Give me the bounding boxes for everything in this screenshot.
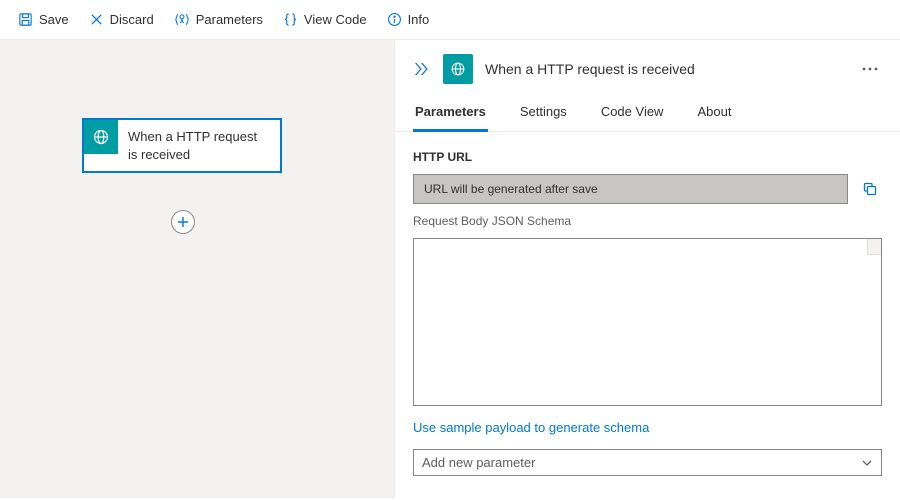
tab-settings[interactable]: Settings — [518, 94, 569, 132]
info-button[interactable]: Info — [379, 6, 438, 33]
parameters-button[interactable]: Parameters — [166, 6, 271, 33]
tab-parameters[interactable]: Parameters — [413, 94, 488, 132]
chevron-down-icon — [861, 457, 873, 469]
save-button[interactable]: Save — [10, 6, 77, 33]
http-url-field: URL will be generated after save — [413, 174, 848, 204]
discard-icon — [89, 12, 104, 27]
use-sample-payload-link[interactable]: Use sample payload to generate schema — [413, 416, 882, 439]
tab-code-view[interactable]: Code View — [599, 94, 666, 132]
save-icon — [18, 12, 33, 27]
schema-textarea-container — [413, 238, 882, 406]
scrollbar-stub — [867, 239, 881, 255]
more-options-button[interactable] — [858, 63, 882, 75]
panel-header: When a HTTP request is received — [395, 40, 900, 94]
details-panel: When a HTTP request is received Paramete… — [395, 40, 900, 498]
add-step-button[interactable] — [171, 210, 195, 234]
braces-icon — [283, 12, 298, 27]
info-icon — [387, 12, 402, 27]
http-url-label: HTTP URL — [413, 150, 882, 164]
http-request-icon — [84, 120, 118, 154]
view-code-label: View Code — [304, 12, 367, 27]
discard-label: Discard — [110, 12, 154, 27]
top-toolbar: Save Discard Parameters View Code Info — [0, 0, 900, 40]
http-url-row: URL will be generated after save — [413, 174, 882, 204]
discard-button[interactable]: Discard — [81, 6, 162, 33]
panel-body: HTTP URL URL will be generated after sav… — [395, 132, 900, 498]
save-label: Save — [39, 12, 69, 27]
copy-url-button[interactable] — [858, 177, 882, 201]
trigger-node[interactable]: When a HTTP request is received — [82, 118, 282, 173]
view-code-button[interactable]: View Code — [275, 6, 375, 33]
schema-textarea[interactable] — [414, 239, 881, 405]
panel-tabs: Parameters Settings Code View About — [395, 94, 900, 132]
workspace: When a HTTP request is received When a H… — [0, 40, 900, 498]
trigger-node-label: When a HTTP request is received — [118, 120, 280, 171]
designer-canvas[interactable]: When a HTTP request is received — [0, 40, 395, 498]
parameters-label: Parameters — [196, 12, 263, 27]
schema-label: Request Body JSON Schema — [413, 214, 882, 228]
info-label: Info — [408, 12, 430, 27]
tab-about[interactable]: About — [695, 94, 733, 132]
http-request-icon — [443, 54, 473, 84]
parameters-icon — [174, 12, 190, 27]
add-parameter-dropdown[interactable]: Add new parameter — [413, 449, 882, 476]
panel-title: When a HTTP request is received — [485, 61, 846, 77]
add-parameter-placeholder: Add new parameter — [422, 455, 535, 470]
collapse-panel-button[interactable] — [413, 61, 431, 77]
